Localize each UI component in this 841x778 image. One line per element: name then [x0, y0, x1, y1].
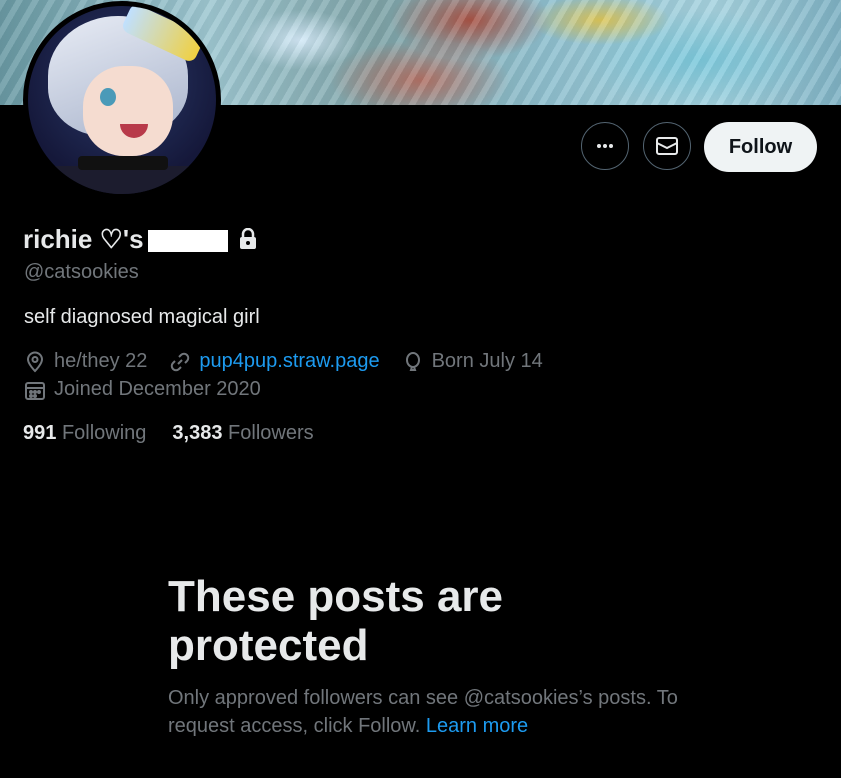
following-label: Following — [61, 422, 147, 444]
following-number: 991 — [23, 422, 57, 444]
protected-title: These posts are protected — [168, 572, 504, 670]
follow-counts: 991 Following 3,383 Followers — [23, 422, 340, 445]
birthday-item: Born July 14 — [402, 350, 543, 373]
more-button[interactable] — [581, 122, 629, 170]
balloon-icon — [405, 351, 420, 371]
pronouns-text: he/they 22 — [54, 350, 148, 372]
learn-more-link[interactable]: Learn more — [426, 715, 528, 737]
redacted-block — [147, 230, 228, 252]
avatar[interactable] — [23, 1, 221, 199]
followers-number: 3,383 — [172, 422, 223, 444]
following-count[interactable]: 991 Following — [23, 422, 146, 445]
website-item[interactable]: pup4pup.straw.page — [169, 350, 380, 373]
joined-row: Joined December 2020 — [24, 378, 283, 401]
message-button[interactable] — [643, 122, 691, 170]
calendar-icon — [25, 381, 45, 400]
envelope-icon — [656, 137, 678, 155]
lock-icon — [238, 228, 258, 250]
handle: @catsookies — [24, 261, 139, 283]
bio: self diagnosed magical girl — [24, 306, 260, 328]
follow-button[interactable]: Follow — [704, 122, 817, 172]
display-name-text: richie ♡'s — [23, 223, 144, 254]
followers-count[interactable]: 3,383 Followers — [172, 422, 313, 445]
more-dots-icon — [597, 144, 613, 148]
protected-description: Only approved followers can see @catsook… — [168, 684, 688, 740]
profile-meta-row: he/they 22 pup4pup.straw.page Born July … — [24, 350, 565, 373]
link-icon — [171, 352, 190, 371]
website-link[interactable]: pup4pup.straw.page — [199, 350, 379, 373]
protected-description-text: Only approved followers can see @catsook… — [168, 687, 678, 737]
birthday-text: Born July 14 — [431, 350, 543, 372]
location-pin-icon — [26, 351, 44, 372]
followers-label: Followers — [228, 422, 314, 444]
display-name: richie ♡'s — [23, 222, 258, 256]
joined-item: Joined December 2020 — [24, 378, 261, 401]
joined-text: Joined December 2020 — [54, 378, 261, 400]
pronouns-item: he/they 22 — [24, 350, 147, 373]
